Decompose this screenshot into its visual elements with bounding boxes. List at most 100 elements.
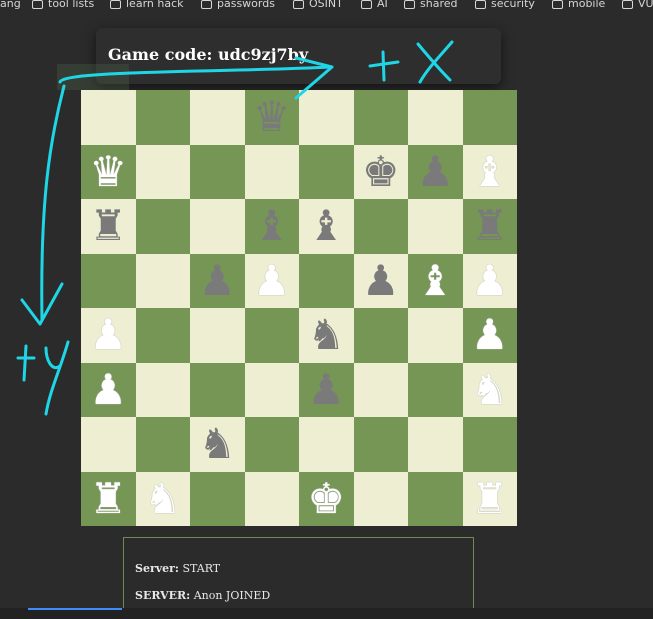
board-square[interactable]	[190, 308, 245, 363]
board-square[interactable]	[408, 308, 463, 363]
board-square[interactable]	[408, 90, 463, 145]
board-square[interactable]: ♛	[244, 90, 299, 145]
board-square[interactable]	[135, 417, 190, 472]
board-square[interactable]	[353, 90, 408, 145]
board-square[interactable]: ♟	[299, 362, 354, 417]
board-square[interactable]	[408, 199, 463, 254]
board-square[interactable]	[81, 253, 136, 308]
board-square[interactable]	[299, 417, 354, 472]
board-square[interactable]: ♜	[462, 471, 517, 526]
board-square[interactable]: ♜	[81, 199, 136, 254]
board-square[interactable]: ♚	[353, 144, 408, 199]
board-square[interactable]: ♟	[190, 253, 245, 308]
white-pawn-icon[interactable]: ♟	[471, 314, 509, 356]
white-bishop-icon[interactable]: ♝	[416, 259, 454, 302]
board-square[interactable]	[353, 471, 408, 526]
board-square[interactable]: ♛	[81, 144, 136, 199]
board-square[interactable]	[353, 199, 408, 254]
chess-board[interactable]: ♛ ♛ ♚ ♟ ♝ ♜ ♝ ♝ ♜ ♟ ♟ ♟ ♝ ♟ ♟ ♞ ♟ ♟ ♟ ♞ ♞ ♜ ♞ ♚ ♜	[81, 90, 517, 526]
board-square[interactable]	[135, 308, 190, 363]
board-square[interactable]: ♟	[353, 253, 408, 308]
black-queen-icon[interactable]: ♛	[253, 96, 291, 138]
board-square[interactable]	[190, 362, 245, 417]
board-square[interactable]	[353, 362, 408, 417]
black-knight-icon[interactable]: ♞	[198, 423, 236, 465]
board-square[interactable]	[135, 253, 190, 308]
board-square[interactable]	[353, 417, 408, 472]
board-square[interactable]: ♜	[462, 199, 517, 254]
board-square[interactable]	[462, 90, 517, 145]
white-king-icon[interactable]: ♚	[307, 477, 345, 520]
white-pawn-icon[interactable]: ♟	[253, 259, 291, 302]
board-square[interactable]	[190, 144, 245, 199]
board-square[interactable]	[244, 471, 299, 526]
board-square[interactable]: ♟	[81, 308, 136, 363]
bookmark-ang[interactable]: ang	[0, 0, 21, 11]
bookmark-learn-hack[interactable]: learn hack	[110, 0, 184, 11]
board-square[interactable]: ♝	[462, 144, 517, 199]
board-square[interactable]: ♞	[299, 308, 354, 363]
black-pawn-icon[interactable]: ♟	[362, 259, 400, 302]
board-square[interactable]	[244, 308, 299, 363]
board-square[interactable]	[135, 144, 190, 199]
board-square[interactable]: ♚	[299, 471, 354, 526]
board-square[interactable]: ♟	[462, 253, 517, 308]
white-queen-icon[interactable]: ♛	[89, 150, 127, 193]
board-square[interactable]	[299, 144, 354, 199]
board-square[interactable]: ♟	[408, 144, 463, 199]
black-bishop-icon[interactable]: ♝	[307, 205, 345, 247]
black-bishop-icon[interactable]: ♝	[253, 205, 291, 247]
bookmark-security[interactable]: security	[475, 0, 535, 11]
board-square[interactable]	[135, 362, 190, 417]
white-rook-icon[interactable]: ♜	[471, 477, 509, 520]
bookmark-passwords[interactable]: passwords	[201, 0, 275, 11]
bookmark-tool-lists[interactable]: tool lists	[32, 0, 94, 11]
board-square[interactable]: ♞	[462, 362, 517, 417]
board-square[interactable]: ♜	[81, 471, 136, 526]
board-square[interactable]: ♟	[81, 362, 136, 417]
board-square[interactable]	[244, 144, 299, 199]
board-square[interactable]	[190, 471, 245, 526]
board-square[interactable]	[244, 417, 299, 472]
board-square[interactable]: ♟	[244, 253, 299, 308]
board-square[interactable]	[408, 471, 463, 526]
bookmark-mobile[interactable]: mobile	[552, 0, 605, 11]
board-square[interactable]	[462, 417, 517, 472]
white-knight-icon[interactable]: ♞	[144, 477, 182, 520]
board-square[interactable]: ♞	[190, 417, 245, 472]
board-square[interactable]	[81, 417, 136, 472]
board-square[interactable]	[190, 90, 245, 145]
black-rook-icon[interactable]: ♜	[89, 205, 127, 247]
board-square[interactable]	[135, 90, 190, 145]
white-pawn-icon[interactable]: ♟	[471, 259, 509, 302]
bookmark-osint[interactable]: OSINT	[293, 0, 343, 11]
black-knight-icon[interactable]: ♞	[307, 314, 345, 356]
black-pawn-icon[interactable]: ♟	[416, 150, 454, 193]
bookmark-vu[interactable]: VU	[622, 0, 653, 11]
white-knight-icon[interactable]: ♞	[471, 368, 509, 411]
board-square[interactable]: ♝	[299, 199, 354, 254]
white-pawn-icon[interactable]: ♟	[89, 314, 127, 356]
white-bishop-icon[interactable]: ♝	[471, 150, 509, 193]
board-square[interactable]	[299, 253, 354, 308]
board-square[interactable]	[408, 362, 463, 417]
board-square[interactable]	[408, 417, 463, 472]
board-square[interactable]: ♟	[462, 308, 517, 363]
black-king-icon[interactable]: ♚	[362, 150, 400, 193]
white-pawn-icon[interactable]: ♟	[89, 368, 127, 411]
board-square[interactable]	[353, 308, 408, 363]
white-rook-icon[interactable]: ♜	[89, 477, 127, 520]
board-square[interactable]: ♝	[408, 253, 463, 308]
board-square[interactable]: ♞	[135, 471, 190, 526]
board-square[interactable]	[81, 90, 136, 145]
black-pawn-icon[interactable]: ♟	[198, 259, 236, 302]
board-square[interactable]: ♝	[244, 199, 299, 254]
bookmark-shared[interactable]: shared	[404, 0, 457, 11]
bookmark-ai[interactable]: AI	[361, 0, 388, 11]
black-rook-icon[interactable]: ♜	[471, 205, 509, 247]
board-square[interactable]	[299, 90, 354, 145]
black-pawn-icon[interactable]: ♟	[307, 368, 345, 411]
board-square[interactable]	[244, 362, 299, 417]
board-square[interactable]	[135, 199, 190, 254]
board-square[interactable]	[190, 199, 245, 254]
